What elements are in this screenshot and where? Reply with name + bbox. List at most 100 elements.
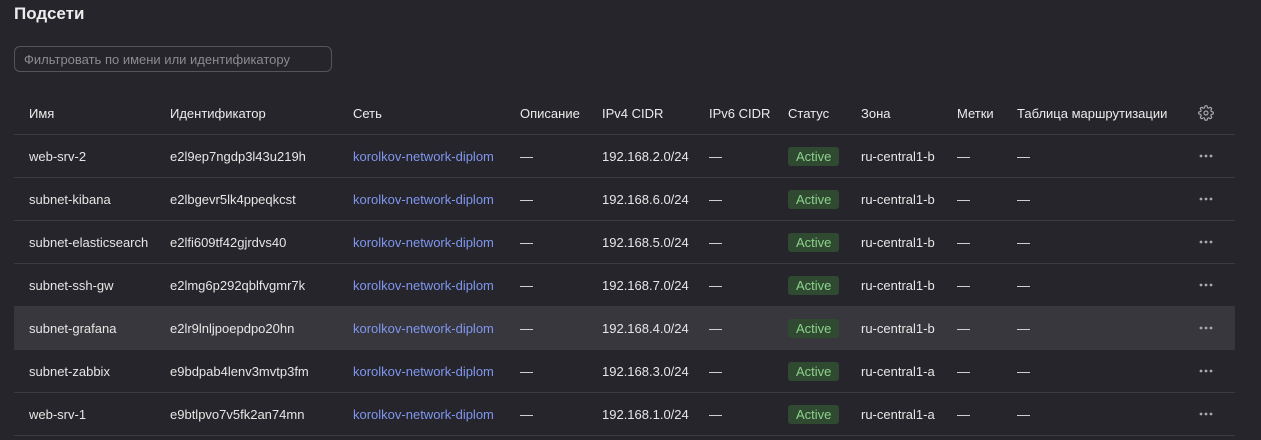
cell-ipv6: — [709, 320, 722, 336]
cell-ipv4: 192.168.2.0/24 [602, 148, 689, 164]
more-horizontal-icon [1199, 154, 1213, 158]
cell-status: Active [788, 135, 840, 177]
cell-zone: ru-central1-a [861, 363, 935, 379]
table-row[interactable]: subnet-zabbix e9bdpab4lenv3mvtp3fm korolko… [14, 350, 1235, 393]
cell-ipv4: 192.168.5.0/24 [602, 234, 689, 250]
cell-ipv4: 192.168.7.0/24 [602, 277, 689, 293]
row-actions-button[interactable] [1194, 135, 1218, 177]
table-row[interactable]: subnet-ssh-gw e2lmg6p292qblfvgmr7k korolko… [14, 264, 1235, 307]
cell-labels: — [957, 406, 970, 422]
cell-ipv6: — [709, 277, 722, 293]
column-header-id[interactable]: Идентификатор [170, 92, 266, 134]
cell-route-table: — [1017, 320, 1030, 336]
more-horizontal-icon [1199, 326, 1213, 330]
cell-labels: — [957, 277, 970, 293]
cell-zone: ru-central1-b [861, 234, 935, 250]
column-header-zone[interactable]: Зона [861, 92, 891, 134]
network-link[interactable]: korolkov-network-diplom [353, 235, 494, 250]
cell-zone: ru-central1-b [861, 277, 935, 293]
column-header-route-table[interactable]: Таблица маршрутизации [1017, 92, 1167, 134]
cell-description: — [520, 234, 533, 250]
cell-ipv4: 192.168.1.0/24 [602, 406, 689, 422]
cell-route-table: — [1017, 148, 1030, 164]
column-header-ipv4[interactable]: IPv4 CIDR [602, 92, 663, 134]
cell-id: e2lmg6p292qblfvgmr7k [170, 277, 306, 293]
cell-name: subnet-grafana [29, 320, 117, 336]
cell-labels: — [957, 363, 970, 379]
table-row[interactable]: subnet-elasticsearch e2lfi609tf42gjrdvs40… [14, 221, 1235, 264]
cell-id: e9btlpvo7v5fk2an74mn [170, 406, 305, 422]
network-link[interactable]: korolkov-network-diplom [353, 278, 494, 293]
cell-ipv6: — [709, 148, 722, 164]
cell-ipv4: 192.168.6.0/24 [602, 191, 689, 207]
column-header-ipv6[interactable]: IPv6 CIDR [709, 92, 770, 134]
network-link[interactable]: korolkov-network-diplom [353, 364, 494, 379]
cell-description: — [520, 191, 533, 207]
row-actions-button[interactable] [1194, 221, 1218, 263]
cell-name: subnet-ssh-gw [29, 277, 114, 293]
table-body: web-srv-2 e2l9ep7ngdp3l43u219h korolkov-ne… [14, 135, 1235, 436]
network-link[interactable]: korolkov-network-diplom [353, 149, 494, 164]
filter-field[interactable] [14, 46, 332, 72]
cell-id: e9bdpab4lenv3mvtp3fm [170, 363, 309, 379]
cell-name: web-srv-2 [29, 148, 87, 164]
cell-description: — [520, 406, 533, 422]
cell-id: e2lbgevr5lk4ppeqkcst [170, 191, 296, 207]
cell-labels: — [957, 320, 970, 336]
cell-ipv6: — [709, 234, 722, 250]
table-header-row: Имя Идентификатор Сеть Описание IPv4 CID… [14, 92, 1235, 135]
cell-description: — [520, 277, 533, 293]
cell-network: korolkov-network-diplom [353, 178, 494, 220]
status-badge: Active [788, 232, 840, 252]
cell-route-table: — [1017, 277, 1030, 293]
row-actions-button[interactable] [1194, 307, 1218, 349]
cell-name: subnet-zabbix [29, 363, 110, 379]
cell-status: Active [788, 393, 840, 435]
row-actions-button[interactable] [1194, 393, 1218, 435]
cell-ipv4: 192.168.3.0/24 [602, 363, 689, 379]
table-row[interactable]: web-srv-1 e9btlpvo7v5fk2an74mn korolkov-ne… [14, 393, 1235, 436]
filter-input[interactable] [15, 47, 331, 71]
column-header-status[interactable]: Статус [788, 92, 829, 134]
cell-zone: ru-central1-b [861, 320, 935, 336]
cell-network: korolkov-network-diplom [353, 264, 494, 306]
cell-name: web-srv-1 [29, 406, 87, 422]
cell-network: korolkov-network-diplom [353, 307, 494, 349]
table-settings-button[interactable] [1194, 92, 1218, 134]
row-actions-button[interactable] [1194, 264, 1218, 306]
cell-name: subnet-elasticsearch [29, 234, 149, 250]
cell-id: e2lfi609tf42gjrdvs40 [170, 234, 287, 250]
cell-ipv6: — [709, 191, 722, 207]
network-link[interactable]: korolkov-network-diplom [353, 192, 494, 207]
cell-name: subnet-kibana [29, 191, 111, 207]
more-horizontal-icon [1199, 197, 1213, 201]
cell-labels: — [957, 234, 970, 250]
table-row[interactable]: subnet-grafana e2lr9lnljpoepdpo20hn korolk… [14, 307, 1235, 350]
network-link[interactable]: korolkov-network-diplom [353, 407, 494, 422]
cell-status: Active [788, 221, 840, 263]
cell-labels: — [957, 148, 970, 164]
cell-route-table: — [1017, 406, 1030, 422]
cell-route-table: — [1017, 363, 1030, 379]
cell-status: Active [788, 178, 840, 220]
table-row[interactable]: web-srv-2 e2l9ep7ngdp3l43u219h korolkov-ne… [14, 135, 1235, 178]
cell-ipv4: 192.168.4.0/24 [602, 320, 689, 336]
column-header-description[interactable]: Описание [520, 92, 580, 134]
status-badge: Active [788, 275, 840, 295]
row-actions-button[interactable] [1194, 350, 1218, 392]
cell-ipv6: — [709, 363, 722, 379]
cell-zone: ru-central1-b [861, 148, 935, 164]
gear-icon [1198, 105, 1214, 121]
column-header-network[interactable]: Сеть [353, 92, 382, 134]
column-header-labels[interactable]: Метки [957, 92, 994, 134]
row-actions-button[interactable] [1194, 178, 1218, 220]
network-link[interactable]: korolkov-network-diplom [353, 321, 494, 336]
cell-network: korolkov-network-diplom [353, 350, 494, 392]
more-horizontal-icon [1199, 283, 1213, 287]
cell-ipv6: — [709, 406, 722, 422]
subnets-table: Имя Идентификатор Сеть Описание IPv4 CID… [14, 92, 1235, 436]
column-header-name[interactable]: Имя [29, 92, 54, 134]
table-row[interactable]: subnet-kibana e2lbgevr5lk4ppeqkcst korolko… [14, 178, 1235, 221]
cell-status: Active [788, 307, 840, 349]
cell-description: — [520, 320, 533, 336]
